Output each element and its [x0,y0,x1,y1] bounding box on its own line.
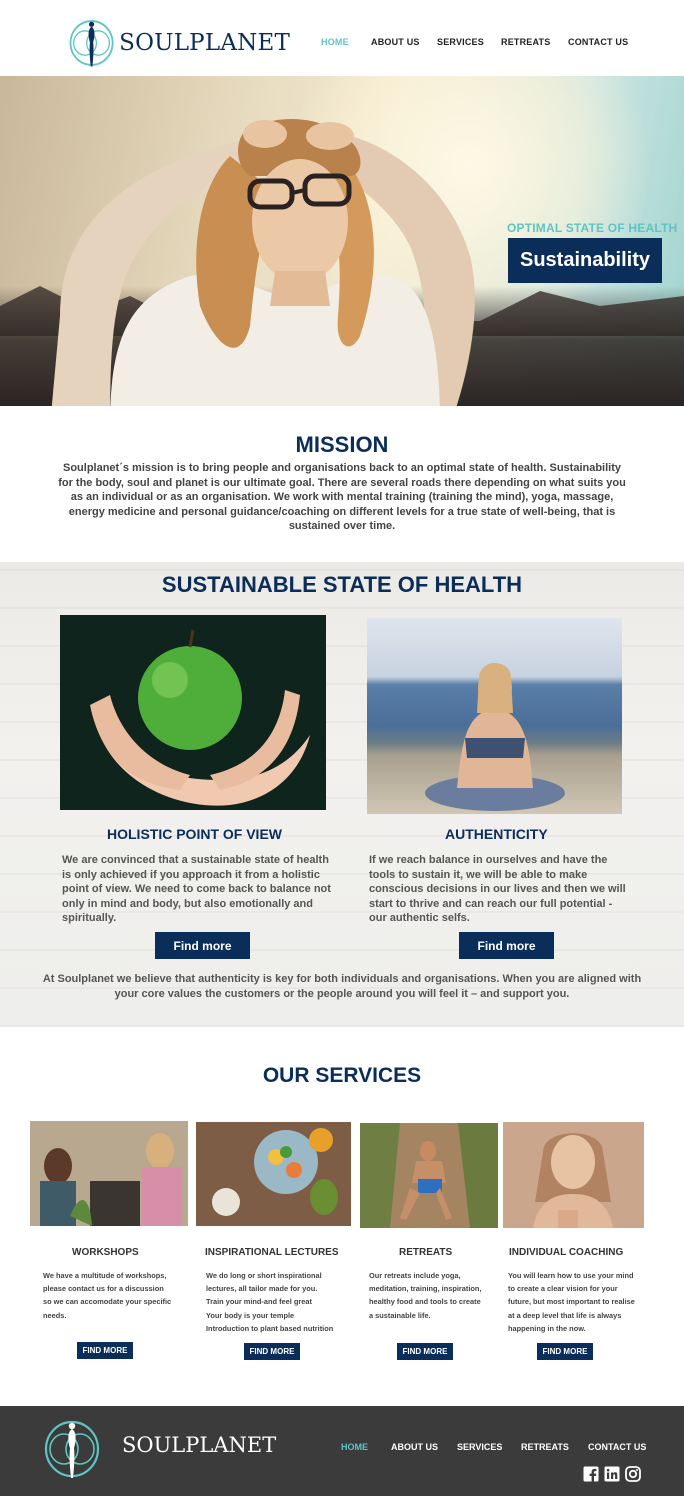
sustainability-button[interactable]: Sustainability [508,238,662,283]
nav-about-us[interactable]: ABOUT US [371,37,420,47]
authenticity-title: AUTHENTICITY [445,826,548,842]
coaching-text-line: to create a clear vision for your [508,1284,618,1294]
lectures-title: INSPIRATIONAL LECTURES [205,1247,339,1258]
coaching-text-line: You will learn how to use your mind [508,1271,634,1280]
holistic-text: We are convinced that a sustainable stat… [62,854,331,925]
lectures-text-line: lectures, all tailor made for you. [206,1284,318,1294]
retreats-text-line: a sustainable life. [369,1310,431,1320]
footer-brand-name: SOULPLANET [122,1433,277,1457]
workshops-text-line: please contact us for a discussion [43,1284,164,1294]
nav-contact-us[interactable]: CONTACT US [568,37,628,47]
yoga-woman-image [367,618,622,814]
coaching-text-line: happening in the now. [508,1323,586,1333]
nav-retreats[interactable]: RETREATS [501,37,550,47]
main-nav: HOME ABOUT US SERVICES RETREATS CONTACT … [0,37,684,49]
nav-home[interactable]: HOME [321,37,349,47]
linkedin-icon[interactable] [604,1466,620,1482]
workshops-text: We have a multitude of workshops, please… [43,1269,188,1322]
coaching-find-more-button[interactable]: FIND MORE [537,1343,593,1360]
nav-services[interactable]: SERVICES [437,37,484,47]
footer-nav-retreats[interactable]: RETREATS [521,1442,569,1452]
coaching-text-line: future, but most important to realise [508,1297,635,1307]
retreats-image [360,1123,498,1228]
lectures-text: We do long or short inspirational lectur… [206,1269,351,1335]
lectures-find-more-button[interactable]: FIND MORE [244,1343,300,1360]
mission-text: Soulplanet´s mission is to bring people … [58,462,626,533]
coaching-text: You will learn how to use your mind to c… [508,1269,653,1335]
site-header: SOULPLANET HOME ABOUT US SERVICES RETREA… [0,0,684,76]
facebook-icon[interactable] [583,1466,599,1482]
lectures-text-line: Train your mind-and feel great [206,1297,312,1307]
apple-hands-image [60,615,326,810]
coaching-image [503,1122,644,1228]
retreats-text: Our retreats include yoga, meditation, t… [369,1269,504,1322]
workshops-text-line: needs. [43,1310,67,1320]
lectures-text-line: Your body is your temple [206,1310,295,1320]
retreats-title: RETREATS [399,1247,453,1258]
authenticity-statement: At Soulplanet we believe that authentici… [42,973,642,1000]
hero-woman-image [51,119,475,406]
authenticity-find-more-button[interactable]: Find more [459,932,554,959]
footer-logo-icon[interactable] [42,1418,102,1480]
workshops-title: WORKSHOPS [72,1247,139,1258]
lectures-image [196,1122,351,1226]
workshops-find-more-button[interactable]: FIND MORE [77,1342,133,1359]
footer-nav-services[interactable]: SERVICES [457,1442,502,1452]
retreats-text-line: meditation, training, inspiration, [369,1284,482,1294]
instagram-icon[interactable] [625,1466,641,1482]
lectures-text-line: Introduction to plant based nutrition [206,1323,334,1333]
mission-title: MISSION [295,432,389,457]
retreats-text-line: healthy food and tools to create [369,1297,481,1307]
lectures-text-line: We do long or short inspirational [206,1271,322,1280]
authenticity-text: If we reach balance in ourselves and hav… [369,854,626,925]
workshops-image [30,1121,188,1226]
workshops-text-line: so we can accomodate your specific [43,1297,172,1307]
holistic-title: HOLISTIC POINT OF VIEW [107,826,282,842]
coaching-text-line: at a deep level that life is always [508,1310,622,1320]
footer-nav-home[interactable]: HOME [341,1442,368,1452]
footer-nav-about-us[interactable]: ABOUT US [391,1442,438,1452]
holistic-find-more-button[interactable]: Find more [155,932,250,959]
services-title: OUR SERVICES [262,1064,422,1087]
retreats-text-line: Our retreats include yoga, [369,1271,461,1280]
hero-subtitle: OPTIMAL STATE OF HEALTH [507,221,678,235]
coaching-title: INDIVIDUAL COACHING [509,1247,624,1258]
sustainable-title: SUSTAINABLE STATE OF HEALTH [161,572,523,597]
retreats-find-more-button[interactable]: FIND MORE [397,1343,453,1360]
footer-nav-contact-us[interactable]: CONTACT US [588,1442,646,1452]
workshops-text-line: We have a multitude of workshops, [43,1271,167,1280]
